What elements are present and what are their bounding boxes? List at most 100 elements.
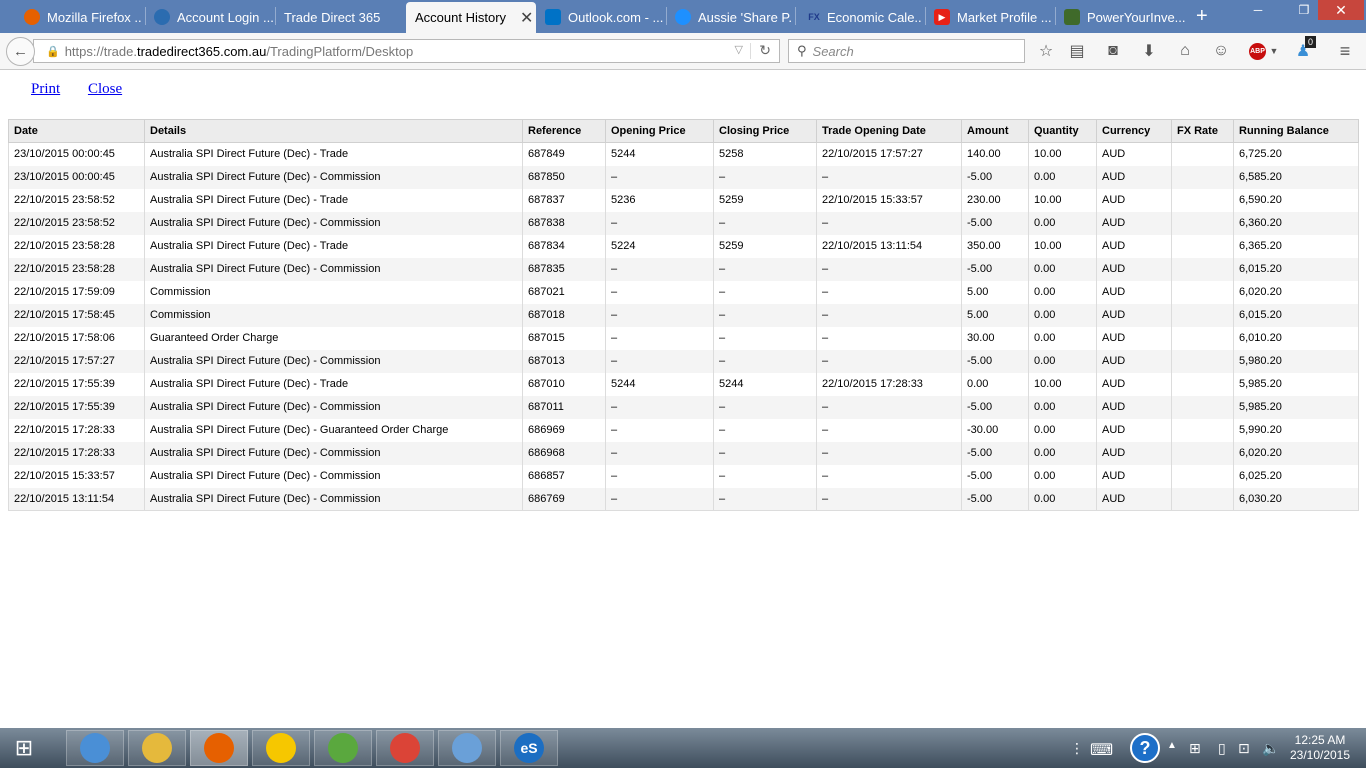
cell-amount: -5.00 — [961, 165, 1029, 189]
taskbar-button-control-panel[interactable] — [66, 730, 124, 766]
help-icon[interactable]: ? — [1130, 733, 1160, 763]
bookmark-star-icon[interactable]: ☆ — [1036, 41, 1056, 61]
taskbar-button-evernote[interactable] — [314, 730, 372, 766]
close-tab-icon[interactable]: ✕ — [520, 8, 533, 28]
tab-mozilla-firefox[interactable]: Mozilla Firefox ... — [24, 3, 142, 31]
cell-quantity: 0.00 — [1028, 165, 1097, 189]
cell-details: Australia SPI Direct Future (Dec) - Trad… — [144, 142, 523, 166]
pocket-icon[interactable]: ◙ — [1103, 41, 1123, 61]
volume-icon[interactable]: 🔈 — [1262, 740, 1279, 757]
cell-details: Australia SPI Direct Future (Dec) - Trad… — [144, 234, 523, 258]
adblock-dropdown-icon[interactable]: ▼ — [1264, 41, 1284, 61]
restore-button[interactable]: ❐ — [1291, 0, 1317, 20]
cell-opening-price: – — [605, 441, 714, 465]
cell-amount: -5.00 — [961, 349, 1029, 373]
taskbar-button-chrome[interactable] — [376, 730, 434, 766]
hello-chat-icon[interactable]: ☺ — [1211, 41, 1231, 61]
network-icon[interactable]: ⊡ — [1238, 740, 1250, 757]
cell-running-balance: 6,360.20 — [1233, 211, 1359, 235]
esignal-icon: eS — [514, 733, 544, 763]
tab-aussie-share[interactable]: Aussie 'Share P... — [675, 3, 793, 31]
cell-currency: AUD — [1096, 326, 1172, 350]
tab-outlook[interactable]: Outlook.com - ... — [545, 3, 663, 31]
cell-date: 22/10/2015 17:55:39 — [8, 372, 145, 396]
tab-label: Account Login ... — [177, 9, 274, 25]
cell-closing-price: – — [713, 441, 817, 465]
cell-quantity: 0.00 — [1028, 487, 1097, 511]
cell-trade-opening-date: – — [816, 326, 962, 350]
aussie-share-icon — [675, 9, 691, 25]
cell-running-balance: 6,020.20 — [1233, 280, 1359, 304]
cell-opening-price: 5224 — [605, 234, 714, 258]
cell-details: Australia SPI Direct Future (Dec) - Trad… — [144, 188, 523, 212]
table-row: 22/10/2015 17:58:45 Commission 687018– – –5.… — [8, 303, 1359, 327]
taskbar-button-esignal[interactable]: eS — [500, 730, 558, 766]
back-button[interactable]: ← — [6, 37, 35, 66]
account-login-icon — [154, 9, 170, 25]
column-header-currency: Currency — [1096, 119, 1172, 143]
new-tab-button[interactable]: + — [1196, 5, 1208, 28]
tab-trade-direct-365[interactable]: Trade Direct 365 — [284, 3, 402, 31]
cell-closing-price: 5259 — [713, 188, 817, 212]
battery-icon[interactable]: ▯ — [1218, 740, 1226, 757]
tab-label: Trade Direct 365 — [284, 9, 381, 25]
cell-amount: -5.00 — [961, 441, 1029, 465]
cell-running-balance: 6,015.20 — [1233, 257, 1359, 281]
close-window-button[interactable]: ✕ — [1318, 0, 1364, 20]
table-row: 22/10/2015 17:58:06 Guaranteed Order Char… — [8, 326, 1359, 350]
table-row: 22/10/2015 17:55:39 Australia SPI Direct … — [8, 395, 1359, 419]
cell-trade-opening-date: 22/10/2015 17:57:27 — [816, 142, 962, 166]
cell-amount: 230.00 — [961, 188, 1029, 212]
cell-reference: 687018 — [522, 303, 606, 327]
downloads-icon[interactable]: ⬇ — [1139, 41, 1159, 61]
home-icon[interactable]: ⌂ — [1175, 41, 1195, 61]
cell-date: 22/10/2015 23:58:28 — [8, 234, 145, 258]
tray-grip-icon: ⋮ — [1070, 740, 1084, 756]
table-row: 22/10/2015 17:57:27 Australia SPI Direct … — [8, 349, 1359, 373]
taskbar-button-firefox[interactable] — [190, 730, 248, 766]
taskbar-button-remote-desktop[interactable] — [438, 730, 496, 766]
cell-reference: 687013 — [522, 349, 606, 373]
table-row: 22/10/2015 15:33:57 Australia SPI Direct … — [8, 464, 1359, 488]
tab-account-history[interactable]: Account History ✕ — [406, 2, 536, 33]
cell-trade-opening-date: – — [816, 280, 962, 304]
firefox-icon — [24, 9, 40, 25]
cell-closing-price: – — [713, 326, 817, 350]
column-header-running-balance: Running Balance — [1233, 119, 1359, 143]
close-link[interactable]: Close — [88, 81, 122, 97]
cell-opening-price: – — [605, 165, 714, 189]
cell-trade-opening-date: 22/10/2015 15:33:57 — [816, 188, 962, 212]
tab-market-profile[interactable]: ▶ Market Profile ... — [934, 3, 1052, 31]
action-center-icon[interactable]: ⊞ — [1189, 740, 1201, 757]
cell-trade-opening-date: – — [816, 464, 962, 488]
cell-reference: 687021 — [522, 280, 606, 304]
cell-closing-price: 5259 — [713, 234, 817, 258]
cell-running-balance: 6,030.20 — [1233, 487, 1359, 511]
reading-list-icon[interactable]: ▤ — [1067, 41, 1087, 61]
start-button[interactable]: ⊞ — [8, 734, 40, 762]
cell-running-balance: 5,985.20 — [1233, 372, 1359, 396]
tab-account-login[interactable]: Account Login ... — [154, 3, 274, 31]
keyboard-icon[interactable]: ⌨ — [1090, 740, 1113, 760]
cell-reference: 687835 — [522, 257, 606, 281]
cell-details: Australia SPI Direct Future (Dec) - Comm… — [144, 395, 523, 419]
print-link[interactable]: Print — [31, 81, 60, 97]
cell-closing-price: 5244 — [713, 372, 817, 396]
minimize-button[interactable]: ─ — [1245, 0, 1271, 20]
reload-icon[interactable]: ↻ — [759, 42, 771, 59]
tab-poweryourinvest[interactable]: PowerYourInve... — [1064, 3, 1186, 31]
windows-logo-icon: ⊞ — [14, 735, 34, 760]
system-clock[interactable]: 12:25 AM 23/10/2015 — [1285, 733, 1355, 763]
cell-fx-rate — [1171, 326, 1234, 350]
tab-economic-calendar[interactable]: FX Economic Cale... — [804, 3, 922, 31]
cell-amount: 350.00 — [961, 234, 1029, 258]
url-dropdown-icon[interactable]: ▽ — [735, 43, 743, 56]
cell-quantity: 0.00 — [1028, 257, 1097, 281]
taskbar-button-file-explorer[interactable] — [128, 730, 186, 766]
taskbar-button-norton[interactable] — [252, 730, 310, 766]
show-hidden-icons-icon[interactable]: ▲ — [1167, 740, 1177, 751]
url-bar[interactable]: 🔒 https://trade. tradedirect365.com.au/Tr… — [33, 39, 780, 63]
hamburger-menu-icon[interactable]: ≡ — [1335, 41, 1355, 61]
search-input[interactable]: ⚲ Search — [788, 39, 1025, 63]
cell-opening-price: – — [605, 418, 714, 442]
